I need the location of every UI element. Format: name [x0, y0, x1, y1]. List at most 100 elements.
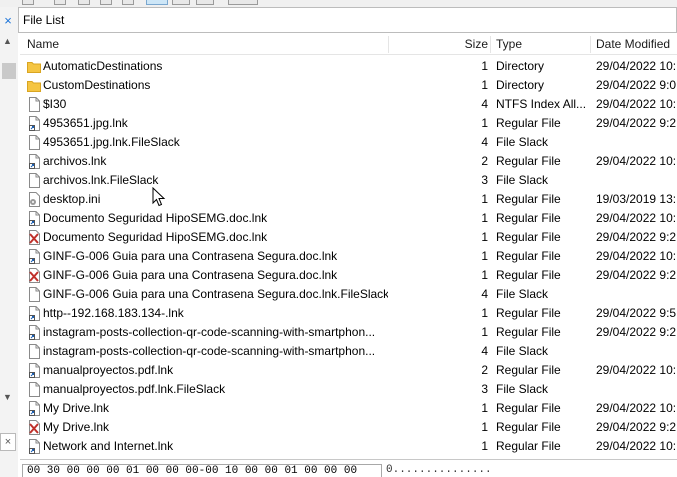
cell-size: 1 — [481, 78, 488, 92]
scrollbar-thumb[interactable] — [2, 63, 16, 79]
column-header-type[interactable]: Type — [496, 34, 586, 55]
table-row[interactable]: http--192.168.183.134-.lnk 1 Regular File 2… — [20, 304, 677, 323]
shortcut-file-icon — [27, 325, 41, 340]
cell-size: 3 — [481, 382, 488, 396]
cell-type: Regular File — [496, 154, 561, 168]
cell-size: 1 — [481, 59, 488, 73]
table-row[interactable]: instagram-posts-collection-qr-code-scann… — [20, 323, 677, 342]
toolbar-button[interactable] — [78, 0, 90, 5]
hex-bytes[interactable]: 00 30 00 00 00 01 00 00 00-00 10 00 00 0… — [22, 464, 382, 477]
cell-size: 1 — [481, 249, 488, 263]
cell-type: Regular File — [496, 192, 561, 206]
cell-type: Regular File — [496, 230, 561, 244]
shortcut-file-icon — [27, 439, 41, 454]
cell-name: GINF-G-006 Guia para una Contrasena Segu… — [43, 268, 338, 282]
cell-name: manualproyectos.pdf.lnk — [43, 363, 174, 377]
toolbar-button[interactable] — [196, 0, 214, 5]
cell-size: 1 — [481, 306, 488, 320]
toolbar-dropdown[interactable] — [228, 0, 258, 5]
cell-size: 1 — [481, 116, 488, 130]
cell-date: 29/04/2022 10:... — [596, 249, 677, 263]
table-row[interactable]: manualproyectos.pdf.lnk.FileSlack 3 File S… — [20, 380, 677, 399]
table-row[interactable]: 4953651.jpg.lnk 1 Regular File 29/04/2022 9… — [20, 114, 677, 133]
table-row[interactable]: Documento Seguridad HipoSEMG.doc.lnk 1 Reg… — [20, 209, 677, 228]
cell-type: File Slack — [496, 173, 549, 187]
deleted-file-icon — [27, 420, 41, 435]
file-icon — [27, 173, 41, 188]
cell-size: 1 — [481, 230, 488, 244]
shortcut-file-icon — [27, 154, 41, 169]
toolbar — [0, 0, 677, 7]
table-row[interactable]: $I30 4 NTFS Index All... 29/04/2022 10:... — [20, 95, 677, 114]
cell-size: 1 — [481, 325, 488, 339]
column-header-size[interactable]: Size — [456, 34, 488, 55]
cell-name: GINF-G-006 Guia para una Contrasena Segu… — [43, 287, 388, 301]
table-row[interactable]: Documento Seguridad HipoSEMG.doc.lnk 1 Reg… — [20, 228, 677, 247]
table-row[interactable]: My Drive.lnk 1 Regular File 29/04/2022 10:.… — [20, 399, 677, 418]
table-row[interactable]: archivos.lnk 2 Regular File 29/04/2022 10:.… — [20, 152, 677, 171]
cell-size: 2 — [481, 363, 488, 377]
cell-type: File Slack — [496, 287, 549, 301]
table-row[interactable]: archivos.lnk.FileSlack 3 File Slack — [20, 171, 677, 190]
close-icon[interactable]: × — [1, 12, 15, 30]
shortcut-file-icon — [27, 363, 41, 378]
cell-size: 4 — [481, 344, 488, 358]
file-icon — [27, 344, 41, 359]
shortcut-file-icon — [27, 249, 41, 264]
folder-icon — [27, 59, 41, 74]
cell-name: archivos.lnk — [43, 154, 107, 168]
toolbar-button[interactable] — [122, 0, 134, 5]
shortcut-file-icon — [27, 211, 41, 226]
table-row[interactable]: AutomaticDestinations 1 Directory 29/04/202… — [20, 57, 677, 76]
toolbar-button[interactable] — [100, 0, 112, 5]
deleted-file-icon — [27, 230, 41, 245]
cell-type: Regular File — [496, 306, 561, 320]
cell-type: Regular File — [496, 439, 561, 453]
left-scrollbar[interactable]: ▲ ▼ — [0, 34, 18, 412]
toolbar-button[interactable] — [22, 0, 34, 5]
scroll-down-icon[interactable]: ▼ — [3, 392, 12, 402]
table-row[interactable]: My Drive.lnk 1 Regular File 29/04/2022 9:2.… — [20, 418, 677, 437]
shortcut-file-icon — [27, 306, 41, 321]
cell-date: 29/04/2022 9:2... — [596, 116, 677, 130]
cell-size: 1 — [481, 268, 488, 282]
cell-date: 29/04/2022 10:... — [596, 439, 677, 453]
cell-size: 1 — [481, 439, 488, 453]
deleted-file-icon — [27, 268, 41, 283]
table-row[interactable]: CustomDestinations 1 Directory 29/04/2022 9… — [20, 76, 677, 95]
table-row[interactable]: desktop.ini 1 Regular File 19/03/2019 13:..… — [20, 190, 677, 209]
cell-size: 1 — [481, 192, 488, 206]
file-icon — [27, 135, 41, 150]
cell-name: 4953651.jpg.lnk.FileSlack — [43, 135, 180, 149]
table-row[interactable]: instagram-posts-collection-qr-code-scann… — [20, 342, 677, 361]
scroll-up-icon[interactable]: ▲ — [3, 36, 12, 46]
cell-type: Directory — [496, 59, 545, 73]
close-icon[interactable]: × — [0, 433, 16, 451]
table-row[interactable]: GINF-G-006 Guia para una Contrasena Segu… — [20, 285, 677, 304]
file-list: Name Size Type Date Modified AutomaticDe… — [20, 34, 677, 458]
file-rows: AutomaticDestinations 1 Directory 29/04/202… — [20, 57, 677, 456]
cell-date: 29/04/2022 10:... — [596, 401, 677, 415]
cell-date: 29/04/2022 10:... — [596, 97, 677, 111]
table-row[interactable]: GINF-G-006 Guia para una Contrasena Segu… — [20, 266, 677, 285]
toolbar-button-selected[interactable] — [146, 0, 168, 5]
table-row[interactable]: manualproyectos.pdf.lnk 2 Regular File 29/0… — [20, 361, 677, 380]
cell-type: Regular File — [496, 420, 561, 434]
table-row[interactable]: GINF-G-006 Guia para una Contrasena Segu… — [20, 247, 677, 266]
toolbar-button[interactable] — [172, 0, 190, 5]
cell-name: AutomaticDestinations — [43, 59, 163, 73]
cell-date: 29/04/2022 10:... — [596, 59, 677, 73]
cell-type: Regular File — [496, 211, 561, 225]
table-row[interactable]: 4953651.jpg.lnk.FileSlack 4 File Slack — [20, 133, 677, 152]
cell-size: 4 — [481, 97, 488, 111]
column-header-date[interactable]: Date Modified — [596, 34, 677, 55]
toolbar-button[interactable] — [54, 0, 66, 5]
cell-name: manualproyectos.pdf.lnk.FileSlack — [43, 382, 226, 396]
cell-type: File Slack — [496, 382, 549, 396]
table-row[interactable]: Network and Internet.lnk 1 Regular File 29/… — [20, 437, 677, 456]
column-header-name[interactable]: Name — [27, 34, 367, 55]
settings-file-icon — [27, 192, 41, 207]
cell-size: 1 — [481, 401, 488, 415]
cell-date: 29/04/2022 9:2... — [596, 268, 677, 282]
cell-type: Regular File — [496, 268, 561, 282]
